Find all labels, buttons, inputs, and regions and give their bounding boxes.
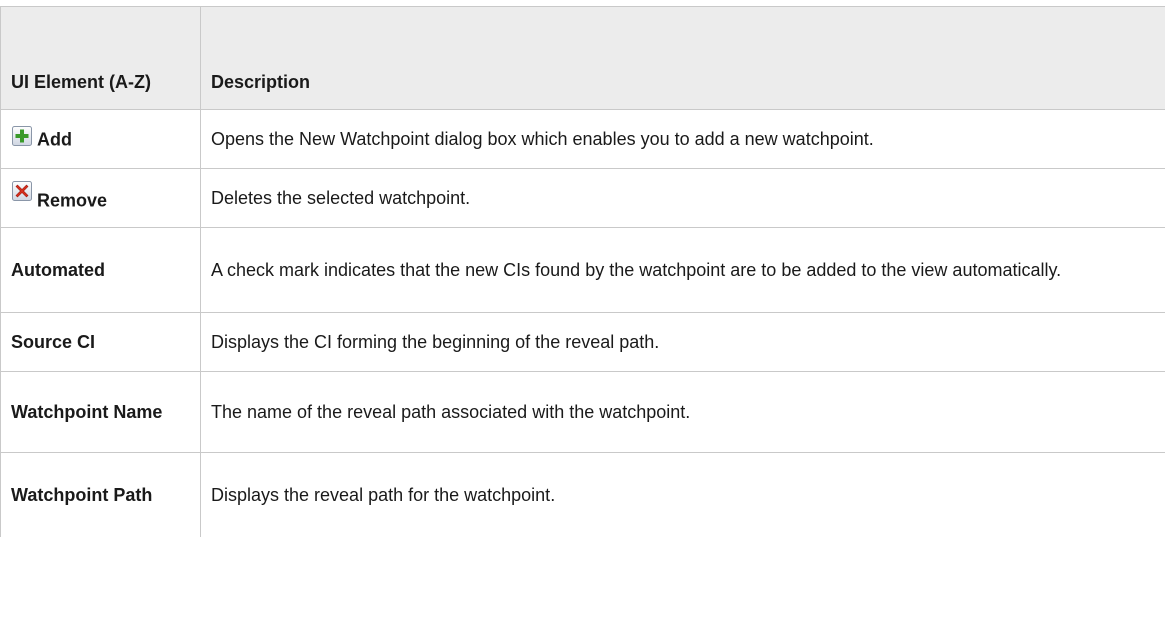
element-label-remove: Remove <box>37 190 108 211</box>
table-header-row: UI Element (A-Z) Description <box>0 6 1165 110</box>
description-watchpoint-path: Displays the reveal path for the watchpo… <box>211 485 556 505</box>
header-ui-element: UI Element (A-Z) <box>0 6 201 110</box>
table-row-automated: Automated A check mark indicates that th… <box>0 227 1165 313</box>
description-watchpoint-name: The name of the reveal path associated w… <box>200 371 1165 453</box>
element-label-watchpoint-path: Watchpoint Path <box>0 452 201 537</box>
help-table-page: UI Element (A-Z) Description Add Opens t… <box>0 0 1165 634</box>
element-label-watchpoint-name: Watchpoint Name <box>0 371 201 453</box>
table-row-add: Add Opens the New Watchpoint dialog box … <box>0 109 1165 169</box>
description-source-ci: Displays the CI forming the beginning of… <box>200 312 1165 372</box>
table-row-watchpoint-name: Watchpoint Name The name of the reveal p… <box>0 371 1165 453</box>
ui-elements-table: UI Element (A-Z) Description Add Opens t… <box>0 6 1165 537</box>
add-icon <box>11 125 33 147</box>
element-label-source-ci: Source CI <box>0 312 201 372</box>
table-row-remove: Remove Deletes the selected watchpoint. <box>0 168 1165 228</box>
description-remove: Deletes the selected watchpoint. <box>200 168 1165 228</box>
element-cell-add: Add <box>0 109 201 169</box>
element-cell-remove: Remove <box>0 168 201 228</box>
description-add: Opens the New Watchpoint dialog box whic… <box>200 109 1165 169</box>
table-row-watchpoint-path: Watchpoint Path Displays the reveal path… <box>0 452 1165 537</box>
table-row-source-ci: Source CI Displays the CI forming the be… <box>0 312 1165 372</box>
header-description: Description <box>200 6 1165 110</box>
element-label-automated: Automated <box>0 227 201 313</box>
element-label-add: Add <box>37 129 72 150</box>
description-automated: A check mark indicates that the new CIs … <box>200 227 1165 313</box>
remove-icon <box>11 180 33 202</box>
